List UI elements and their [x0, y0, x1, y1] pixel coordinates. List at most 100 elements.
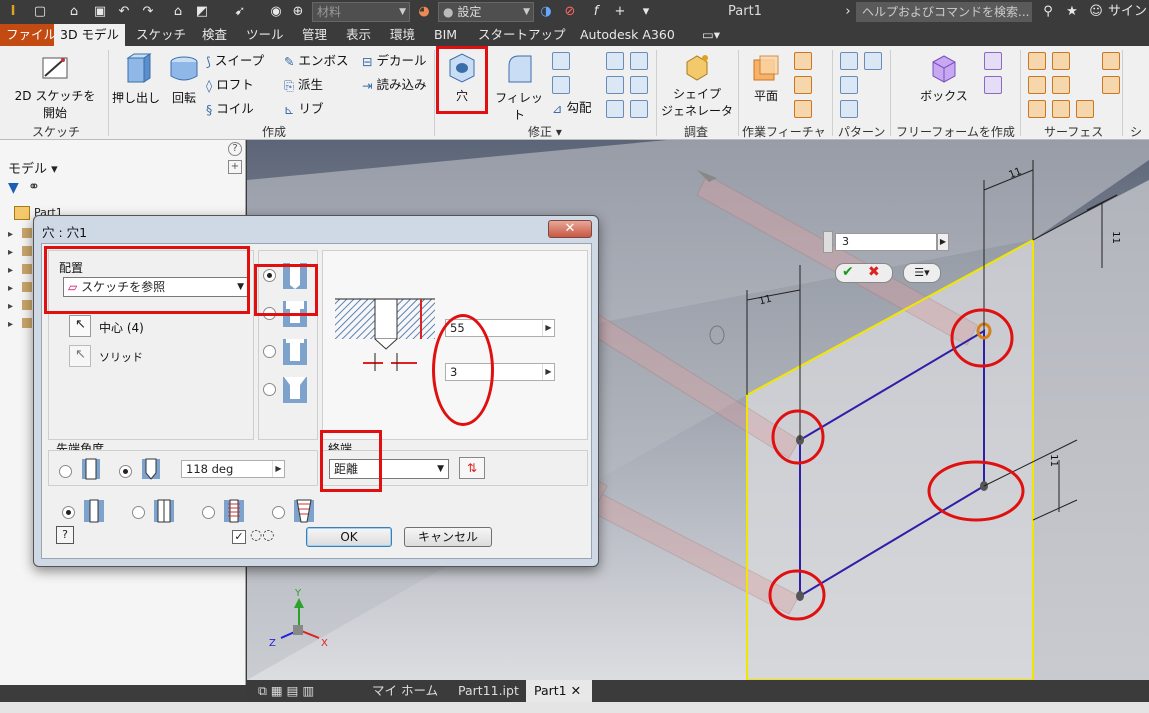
hole-center-4[interactable]	[796, 591, 804, 601]
combine-icon[interactable]	[606, 76, 624, 94]
undo-icon[interactable]: ↶	[116, 3, 132, 21]
color-override-icon[interactable]: ◉	[268, 3, 284, 21]
mini-toolbar-arrow-icon[interactable]: ▶	[937, 233, 949, 251]
extend-icon[interactable]	[1052, 100, 1070, 118]
stitch-icon[interactable]	[1052, 52, 1070, 70]
rib-button[interactable]: ⊾ リブ	[284, 99, 324, 119]
delete-face-icon[interactable]	[630, 100, 648, 118]
loft-button[interactable]: ◊ ロフト	[206, 75, 254, 95]
move-face-icon[interactable]	[630, 76, 648, 94]
ok-check-icon[interactable]: ✔	[842, 264, 854, 280]
tab-environments[interactable]: 環境	[384, 24, 421, 46]
new-file-icon[interactable]: ▢	[32, 3, 48, 21]
dialog-close-button[interactable]: ✕	[548, 220, 592, 238]
tab-3d-model[interactable]: 3D モデル	[54, 24, 126, 46]
mirror-icon[interactable]	[864, 52, 882, 70]
user-icon[interactable]: ☺	[1088, 3, 1104, 21]
point-icon[interactable]	[794, 76, 812, 94]
dialog-help-button[interactable]: ?	[56, 526, 74, 544]
fillet-button[interactable]: フィレット	[490, 52, 548, 123]
tab-tools[interactable]: ツール	[240, 24, 290, 46]
tab-sketch[interactable]: スケッチ	[130, 24, 192, 46]
tab-inspect[interactable]: 検査	[196, 24, 233, 46]
mini-toolbar-options-icon[interactable]: ☰▾	[903, 263, 941, 283]
solid-selector-button[interactable]: ↖	[69, 345, 91, 367]
start-2d-sketch-button[interactable]: 2D スケッチを 開始	[6, 52, 104, 121]
flat-drill-radio[interactable]	[59, 465, 72, 478]
tab-overflow[interactable]: ▭▾	[696, 24, 726, 46]
appearance-combo[interactable]: ● 設定 ▼	[438, 2, 534, 22]
browser-header[interactable]: モデル ▾	[8, 158, 58, 177]
simple-hole-radio[interactable]	[62, 506, 75, 519]
taper-tapped-hole-radio[interactable]	[272, 506, 285, 519]
derive-button[interactable]: ⎘ 派生	[284, 75, 323, 95]
countersink-radio[interactable]	[263, 383, 276, 396]
tab-file[interactable]: ファイル	[0, 24, 63, 46]
doc-tab-part1[interactable]: Part1 ✕	[526, 680, 592, 702]
trim-icon[interactable]	[1052, 76, 1070, 94]
patch-icon[interactable]	[1028, 76, 1046, 94]
shape-generator-button[interactable]: シェイプ ジェネレータ	[658, 52, 736, 119]
close-icon[interactable]: ✕	[571, 683, 581, 698]
filter-icon[interactable]: ▼	[8, 180, 19, 196]
clearance-hole-radio[interactable]	[132, 506, 145, 519]
extrude-button[interactable]: 押し出し	[110, 52, 162, 106]
tab-manage[interactable]: 管理	[296, 24, 333, 46]
tile-windows-icon[interactable]: ⧉ ▦ ▤ ▥	[250, 680, 322, 702]
help-search-input[interactable]: ヘルプおよびコマンドを検索...	[856, 2, 1032, 22]
flip-direction-button[interactable]: ⇅	[459, 457, 485, 479]
decal-button[interactable]: ⊟ デカール	[362, 51, 427, 71]
sketch-pattern-icon[interactable]	[840, 100, 858, 118]
dim-label-right[interactable]: 11	[1110, 231, 1121, 244]
depth-flyout-icon[interactable]: ▶	[542, 320, 554, 336]
tapped-hole-radio[interactable]	[202, 506, 215, 519]
cancel-x-icon[interactable]: ✖	[868, 264, 880, 280]
help-icon[interactable]: ?	[228, 142, 242, 156]
thread-icon[interactable]	[606, 52, 624, 70]
emboss-button[interactable]: ✎ エンボス	[284, 51, 349, 71]
tab-a360[interactable]: Autodesk A360	[574, 24, 681, 46]
dim-label-lower[interactable]: 11	[1048, 454, 1059, 467]
ucs-icon[interactable]	[794, 100, 812, 118]
update-icon[interactable]: ◩	[194, 3, 210, 21]
browser-expanders[interactable]: ▸ ▸ ▸ ▸ ▸ ▸	[8, 226, 13, 334]
search-icon[interactable]: ⚲	[1040, 3, 1056, 21]
coil-button[interactable]: § コイル	[206, 99, 254, 119]
home-icon[interactable]: ⌂	[170, 3, 186, 21]
add-icon[interactable]: +	[228, 160, 242, 174]
rectangular-pattern-icon[interactable]	[840, 52, 858, 70]
diameter-flyout-icon[interactable]: ▶	[542, 364, 554, 380]
mini-toolbar-grip[interactable]	[823, 231, 833, 253]
sculpt-icon[interactable]	[1028, 100, 1046, 118]
drill-angle-input[interactable]: 118 deg ▶	[181, 460, 285, 478]
doc-tab-my-home[interactable]: マイ ホーム	[364, 680, 446, 702]
star-icon[interactable]: ★	[1064, 3, 1080, 21]
save-icon[interactable]: ▣	[92, 3, 108, 21]
boundary-patch-icon[interactable]	[1102, 76, 1120, 94]
centers-selector-button[interactable]: ↖	[69, 315, 91, 337]
tab-get-started[interactable]: スタートアップ	[472, 24, 572, 46]
thicken-icon[interactable]	[1028, 52, 1046, 70]
circular-pattern-icon[interactable]	[840, 76, 858, 94]
draft-button[interactable]: ⊿ 勾配	[552, 98, 592, 118]
adjust-icon[interactable]: ◑	[538, 3, 554, 21]
revolve-button[interactable]: 回転	[164, 52, 204, 106]
sweep-button[interactable]: ⟆ スイープ	[206, 51, 264, 71]
redo-icon[interactable]: ↷	[140, 3, 156, 21]
material-combo[interactable]: 材料 ▼	[312, 2, 410, 22]
box-button[interactable]: ボックス	[912, 52, 976, 104]
replace-face-icon[interactable]	[1076, 100, 1094, 118]
globe-icon[interactable]: ⊕	[290, 3, 306, 21]
find-icon[interactable]: ⚭	[28, 179, 40, 195]
mini-toolbar-value-input[interactable]: 3	[835, 233, 937, 251]
cancel-button[interactable]: キャンセル	[404, 527, 492, 547]
copy-object-icon[interactable]	[606, 100, 624, 118]
axis-icon[interactable]	[794, 52, 812, 70]
drill-angle-flyout-icon[interactable]: ▶	[272, 461, 284, 477]
freeform-face-icon[interactable]	[984, 52, 1002, 70]
preview-checkbox[interactable]: ✓	[232, 530, 246, 544]
doc-tab-part11[interactable]: Part11.ipt	[450, 680, 527, 702]
spotface-radio[interactable]	[263, 345, 276, 358]
angle-drill-radio[interactable]	[119, 465, 132, 478]
split-icon[interactable]	[630, 52, 648, 70]
